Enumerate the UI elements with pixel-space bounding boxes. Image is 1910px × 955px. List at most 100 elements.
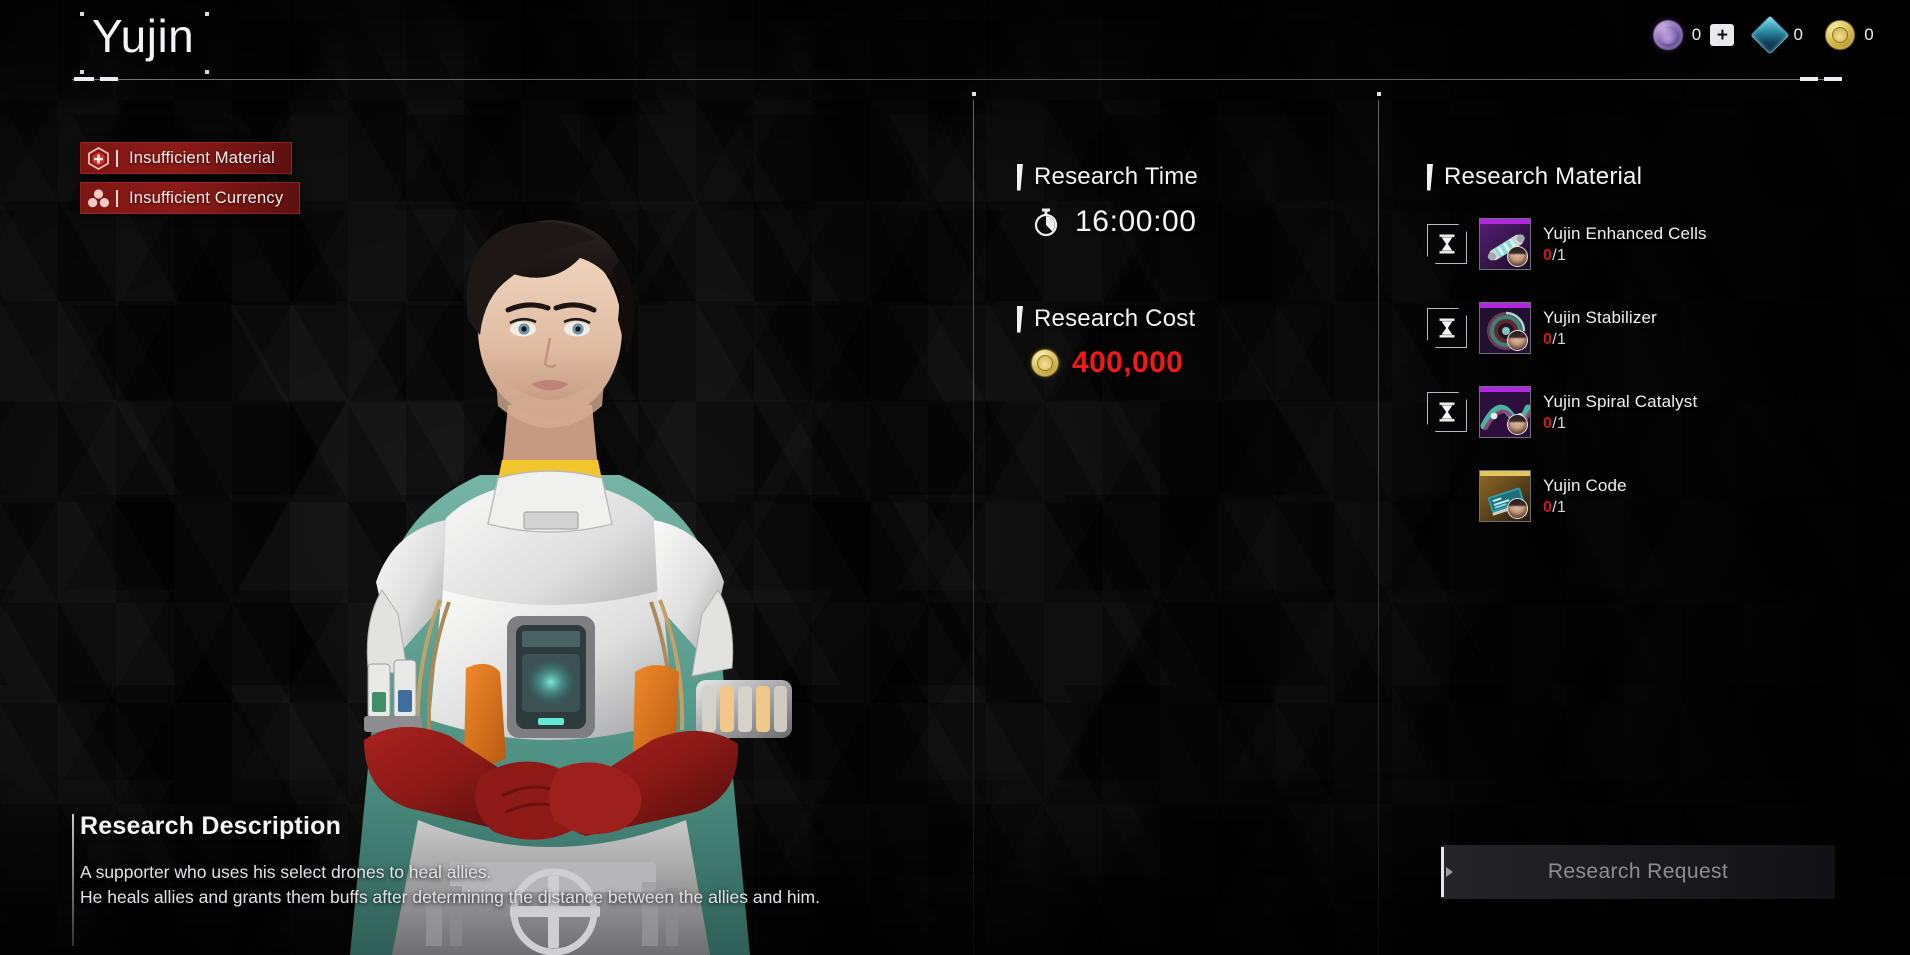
add-currency-button[interactable]: + <box>1710 24 1735 46</box>
currency-value: 0 <box>1691 25 1702 44</box>
currency-gacha-orb[interactable]: 0 + <box>1652 20 1735 50</box>
material-name: Yujin Stabilizer <box>1543 307 1657 327</box>
badge-separator <box>116 149 118 167</box>
button-accent-edge <box>1441 847 1444 897</box>
three-coins-icon <box>81 188 115 209</box>
material-name: Yujin Code <box>1543 475 1627 495</box>
material-need: /1 <box>1552 414 1567 432</box>
research-description-block: Research Description A supporter who use… <box>72 812 960 946</box>
currency-blue-crystal[interactable]: 0 <box>1750 15 1804 55</box>
research-material-column: Research Material Yujin Enhanced Cells 0… <box>1427 163 1877 531</box>
research-time-header: Research Time <box>1017 163 1198 191</box>
header-dash-marker <box>100 77 118 81</box>
material-have: 0 <box>1543 414 1553 432</box>
section-accent-bar <box>1427 163 1433 191</box>
research-material-list: Yujin Enhanced Cells 0/1 Yujin Stabilize… <box>1427 209 1877 531</box>
hex-plus-icon <box>81 146 115 170</box>
gold-coin-icon <box>1825 20 1856 50</box>
research-request-button[interactable]: Research Request <box>1441 845 1835 899</box>
material-count: 0/1 <box>1543 499 1627 517</box>
blue-crystal-icon <box>1750 15 1791 55</box>
section-accent-bar <box>1017 305 1023 333</box>
hourglass-icon <box>1439 402 1456 422</box>
header-dash-marker <box>1800 77 1818 81</box>
material-row[interactable]: Yujin Spiral Catalyst 0/1 <box>1427 377 1877 447</box>
research-material-header: Research Material <box>1427 163 1877 191</box>
badge-separator <box>116 189 118 207</box>
research-screen: Yujin 0 + 0 0 Insufficient Material Insu… <box>0 0 1910 955</box>
research-cost-value: 400,000 <box>1072 346 1184 379</box>
material-have: 0 <box>1543 498 1553 516</box>
material-row[interactable]: Yujin Enhanced Cells 0/1 <box>1427 209 1877 279</box>
section-accent-bar <box>1017 163 1023 191</box>
gacha-orb-icon <box>1652 20 1683 50</box>
gold-coin-icon <box>1031 349 1059 377</box>
research-description-body: A supporter who uses his select drones t… <box>80 862 820 907</box>
character-avatar-badge <box>1507 246 1528 267</box>
top-header: Yujin 0 + 0 0 <box>0 0 1910 88</box>
status-badge-stack: Insufficient Material Insufficient Curre… <box>80 142 301 214</box>
material-count: 0/1 <box>1543 247 1707 265</box>
research-cost-block: Research Cost 400,000 <box>1017 305 1198 380</box>
material-lock-slot <box>1427 392 1467 432</box>
material-name: Yujin Enhanced Cells <box>1543 223 1707 243</box>
status-badge-label: Insufficient Currency <box>129 188 284 207</box>
research-info-column: Research Time 16:00:00 Research Cost 400… <box>1017 163 1198 380</box>
material-text: Yujin Spiral Catalyst 0/1 <box>1543 392 1697 433</box>
title-corner-marker <box>205 70 209 74</box>
material-text: Yujin Code 0/1 <box>1543 476 1627 517</box>
material-text: Yujin Enhanced Cells 0/1 <box>1543 224 1707 265</box>
material-row[interactable]: Yujin Stabilizer 0/1 <box>1427 293 1877 363</box>
currency-gold-coin[interactable]: 0 <box>1825 20 1874 50</box>
research-description-heading: Research Description <box>80 812 342 840</box>
material-text: Yujin Stabilizer 0/1 <box>1543 308 1657 349</box>
research-cost-heading: Research Cost <box>1034 305 1196 332</box>
panel-divider-right <box>1377 92 1381 955</box>
research-time-value: 16:00:00 <box>1075 205 1197 238</box>
material-thumbnail <box>1479 218 1531 270</box>
material-thumbnail <box>1479 470 1531 522</box>
header-divider <box>72 79 1842 80</box>
panel-divider-left <box>972 92 976 955</box>
status-badge-insufficient-material: Insufficient Material <box>80 142 293 174</box>
header-dash-marker <box>1824 77 1842 81</box>
material-name: Yujin Spiral Catalyst <box>1543 391 1698 411</box>
header-dash-marker <box>74 77 94 81</box>
hourglass-icon <box>1439 234 1456 254</box>
material-thumbnail <box>1479 386 1531 438</box>
material-thumbnail <box>1479 302 1531 354</box>
material-have: 0 <box>1543 330 1553 348</box>
status-badge-label: Insufficient Material <box>129 148 276 167</box>
research-request-label: Research Request <box>1547 860 1729 883</box>
material-count: 0/1 <box>1543 331 1657 349</box>
status-badge-insufficient-currency: Insufficient Currency <box>80 182 301 214</box>
material-count: 0/1 <box>1543 415 1697 433</box>
material-lock-slot <box>1427 308 1467 348</box>
research-time-heading: Research Time <box>1034 163 1198 190</box>
material-have: 0 <box>1543 246 1553 264</box>
material-lock-slot <box>1427 224 1467 264</box>
research-time-row: 16:00:00 <box>1031 205 1198 239</box>
title-corner-marker <box>80 70 84 74</box>
character-avatar-badge <box>1507 330 1528 351</box>
character-avatar-badge <box>1507 414 1528 435</box>
description-accent-bar <box>72 814 74 946</box>
material-row[interactable]: Yujin Code 0/1 <box>1427 461 1877 531</box>
page-title-wrap: Yujin <box>86 8 216 66</box>
material-need: /1 <box>1552 498 1567 516</box>
chevron-right-icon <box>1446 867 1453 877</box>
currency-value: 0 <box>1793 25 1804 44</box>
currency-bar: 0 + 0 0 <box>1652 15 1874 55</box>
hourglass-icon <box>1439 318 1456 338</box>
stopwatch-icon <box>1031 207 1061 237</box>
material-lock-slot <box>1427 476 1467 516</box>
material-need: /1 <box>1552 330 1567 348</box>
currency-value: 0 <box>1864 25 1874 44</box>
research-material-heading: Research Material <box>1444 163 1643 190</box>
material-need: /1 <box>1552 246 1567 264</box>
research-cost-header: Research Cost <box>1017 305 1198 333</box>
research-cost-row: 400,000 <box>1031 346 1198 380</box>
lock-frame <box>1427 476 1467 516</box>
title-corner-marker <box>80 12 84 16</box>
character-avatar-badge <box>1507 498 1528 519</box>
